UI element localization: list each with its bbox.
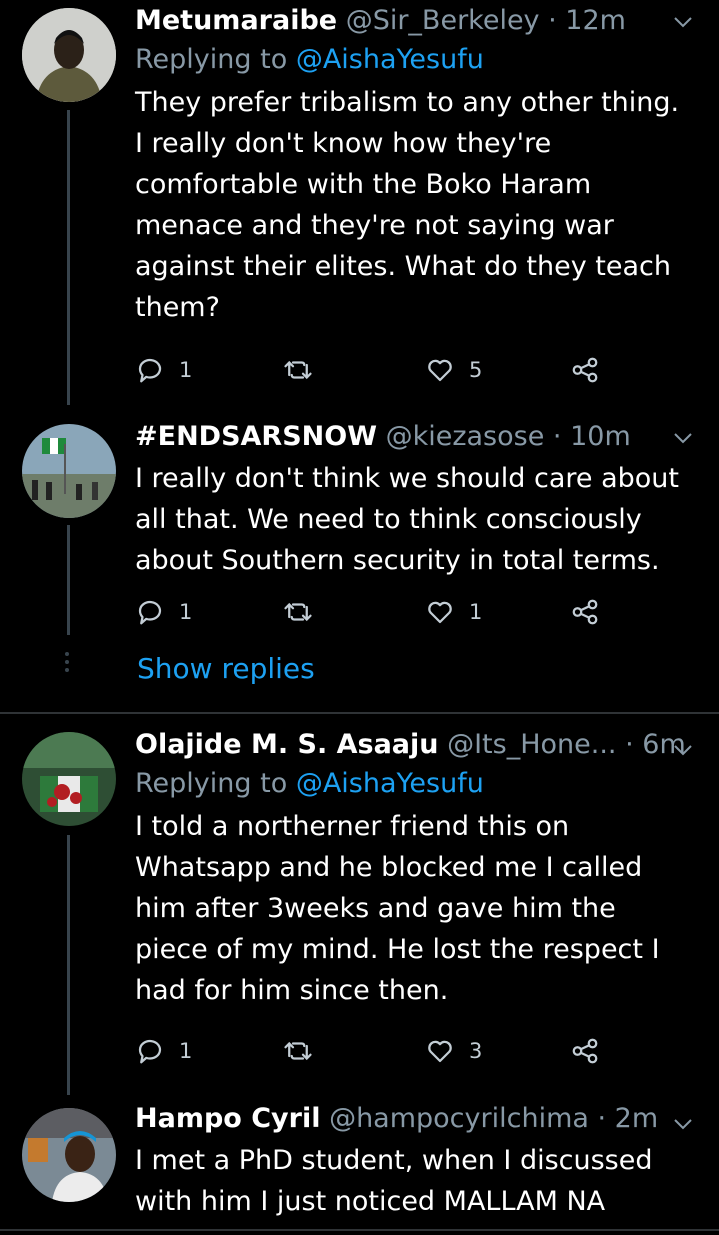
retweet-icon — [284, 1041, 312, 1061]
reply-icon — [138, 358, 162, 383]
like-icon — [428, 601, 452, 624]
tweet-actions: 1 3 — [135, 1031, 605, 1071]
reply-count: 1 — [179, 600, 193, 624]
tweet-header: Hampo Cyril @hampocyrilchima · 2m — [135, 1100, 699, 1138]
avatar[interactable] — [22, 8, 116, 102]
like-count: 3 — [469, 1039, 483, 1063]
mention-link[interactable]: @AishaYesufu — [296, 768, 484, 799]
mention-link[interactable]: @AishaYesufu — [296, 44, 484, 75]
timestamp[interactable]: · 10m — [553, 421, 631, 452]
like-button[interactable]: 5 — [425, 350, 482, 390]
share-button[interactable] — [570, 350, 600, 390]
divider — [0, 1229, 719, 1231]
tweet-header: #ENDSARSNOW @kiezasose · 10m — [135, 418, 699, 456]
reply-button[interactable]: 1 — [135, 592, 192, 632]
avatar[interactable] — [22, 732, 116, 826]
timestamp[interactable]: · 12m — [548, 5, 626, 36]
display-name[interactable]: Metumaraibe — [135, 5, 337, 36]
like-button[interactable]: 3 — [425, 1031, 482, 1071]
reply-button[interactable]: 1 — [135, 1031, 192, 1071]
handle[interactable]: @hampocyrilchima — [329, 1103, 589, 1134]
divider — [0, 712, 719, 714]
display-name[interactable]: Olajide M. S. Asaaju — [135, 729, 439, 760]
tweet-actions: 1 1 — [135, 592, 605, 632]
tweet[interactable]: #ENDSARSNOW @kiezasose · 10m I really do… — [0, 410, 719, 710]
replying-to-label: Replying to — [135, 768, 288, 799]
share-icon — [572, 1038, 598, 1064]
tweet[interactable]: Metumaraibe @Sir_Berkeley · 12m Replying… — [0, 0, 719, 400]
like-icon — [428, 359, 452, 382]
share-button[interactable] — [570, 592, 600, 632]
like-icon — [428, 1040, 452, 1063]
share-icon — [572, 599, 598, 625]
tweet-text: They prefer tribalism to any other thing… — [135, 87, 680, 323]
like-count: 5 — [469, 358, 483, 382]
retweet-button[interactable] — [283, 1031, 313, 1071]
reply-count: 1 — [179, 358, 193, 382]
avatar[interactable] — [22, 424, 116, 518]
like-count: 1 — [469, 600, 483, 624]
tweet-header: Metumaraibe @Sir_Berkeley · 12m — [135, 2, 699, 40]
like-button[interactable]: 1 — [425, 592, 482, 632]
avatar[interactable] — [22, 1108, 116, 1202]
tweet-header: Olajide M. S. Asaaju @Its_Hone... · 6m — [135, 726, 699, 764]
share-icon — [572, 357, 598, 383]
timestamp[interactable]: · 2m — [598, 1103, 659, 1134]
share-button[interactable] — [570, 1031, 600, 1071]
display-name[interactable]: Hampo Cyril — [135, 1103, 320, 1134]
retweet-icon — [284, 602, 312, 622]
reply-icon — [138, 1039, 162, 1064]
reply-icon — [138, 600, 162, 625]
retweet-icon — [284, 360, 312, 380]
timestamp[interactable]: · 6m — [625, 729, 686, 760]
replying-to: Replying to @AishaYesufu — [135, 40, 699, 80]
retweet-button[interactable] — [283, 350, 313, 390]
retweet-button[interactable] — [283, 592, 313, 632]
replying-to: Replying to @AishaYesufu — [135, 764, 699, 804]
reply-count: 1 — [179, 1039, 193, 1063]
tweet-actions: 1 5 — [135, 350, 605, 390]
handle[interactable]: @Its_Hone... — [447, 729, 616, 760]
tweet-text: I told a northerner friend this on Whats… — [135, 811, 660, 1006]
tweet-text: I met a PhD student, when I discussed wi… — [135, 1145, 653, 1217]
reply-button[interactable]: 1 — [135, 350, 192, 390]
tweet[interactable]: Olajide M. S. Asaaju @Its_Hone... · 6m R… — [0, 724, 719, 1104]
show-replies-link[interactable]: Show replies — [137, 652, 315, 685]
handle[interactable]: @Sir_Berkeley — [346, 5, 540, 36]
display-name[interactable]: #ENDSARSNOW — [135, 421, 377, 452]
handle[interactable]: @kiezasose — [386, 421, 545, 452]
tweet-text: I really don't think we should care abou… — [135, 463, 679, 576]
replying-to-label: Replying to — [135, 44, 288, 75]
tweet[interactable]: Hampo Cyril @hampocyrilchima · 2m I met … — [0, 1098, 719, 1235]
